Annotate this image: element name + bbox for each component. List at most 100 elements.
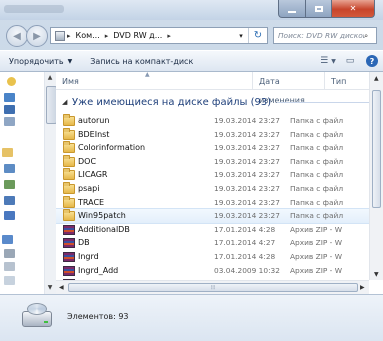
downloads-icon[interactable]: [4, 105, 15, 114]
file-date: 19.03.2014 23:27: [214, 170, 280, 180]
file-type: Папка с файл: [290, 129, 344, 139]
drive-icon[interactable]: [4, 262, 15, 271]
group-header[interactable]: ◢ Уже имеющиеся на диске файлы (93): [56, 95, 376, 109]
breadcrumb-separator-icon[interactable]: ▸: [103, 32, 111, 40]
scroll-up-icon[interactable]: ▲: [374, 75, 379, 82]
file-row[interactable]: Colorinformation 19.03.2014 23:27 Папка с …: [56, 141, 374, 155]
zip-archive-icon: [63, 238, 75, 249]
explorer-window: ✕ ◀ ▶ ▸ Ком... ▸ DVD RW д... ▸ ▾ ↻ Поиск…: [0, 0, 383, 341]
address-bar[interactable]: ▸ Ком... ▸ DVD RW д... ▸ ▾ ↻: [50, 27, 268, 44]
recent-places-icon[interactable]: [4, 117, 15, 126]
file-list-view[interactable]: ▲ Имя Дата изменения Тип ◢ Уже имеющиеся…: [56, 72, 383, 294]
favorites-star-icon[interactable]: [7, 77, 16, 86]
organize-menu-button[interactable]: Упорядочить ▼: [0, 57, 81, 66]
zip-archive-icon: [63, 265, 75, 276]
close-button[interactable]: ✕: [332, 0, 375, 18]
back-button[interactable]: ◀: [6, 25, 28, 47]
file-date: 19.03.2014 23:27: [214, 143, 280, 153]
dvd-drive-icon[interactable]: [4, 276, 15, 285]
column-header-name[interactable]: Имя: [56, 72, 253, 90]
back-arrow-icon: ◀: [13, 30, 21, 42]
file-type: Папка с файл: [290, 156, 344, 166]
file-row[interactable]: autorun 19.03.2014 23:27 Папка с файл: [56, 114, 374, 128]
file-type: Архив ZIP - W: [290, 265, 343, 275]
navigation-pane[interactable]: ▲ ▼: [0, 72, 57, 294]
scroll-right-icon[interactable]: ▶: [360, 284, 365, 291]
collapse-group-icon[interactable]: ◢: [62, 98, 72, 106]
burn-to-disc-button[interactable]: Запись на компакт-диск: [81, 57, 202, 66]
scroll-down-icon[interactable]: ▼: [374, 271, 379, 278]
file-row[interactable]: Ingrd_Add 03.04.2009 10:32 Архив ZIP - W: [56, 264, 374, 278]
file-date: 19.03.2014 23:27: [214, 197, 280, 207]
file-row[interactable]: DOC 19.03.2014 23:27 Папка с файл: [56, 154, 374, 169]
group-divider: [277, 101, 376, 103]
folder-icon: [63, 209, 75, 222]
vertical-scroll-thumb[interactable]: [372, 90, 381, 208]
file-type: Папка с файл: [290, 197, 344, 207]
file-date: 19.03.2014 23:27: [214, 116, 280, 125]
scroll-left-icon[interactable]: ◀: [59, 284, 64, 291]
search-placeholder: Поиск: DVD RW дисковод (E:) C...: [278, 31, 364, 40]
breadcrumb-dvd-drive[interactable]: DVD RW д...: [110, 31, 165, 40]
column-header-date[interactable]: Дата изменения: [253, 72, 325, 105]
file-row[interactable]: Win95patch 19.03.2014 23:27 Папка с файл: [56, 208, 375, 224]
vertical-scrollbar[interactable]: ▲ ▼: [369, 72, 383, 280]
folder-icon: [63, 114, 75, 126]
file-row[interactable]: LICAGR 19.03.2014 23:27 Папка с файл: [56, 168, 374, 182]
file-type: Архив ZIP - W: [290, 251, 343, 261]
documents-library-icon[interactable]: [4, 164, 15, 173]
libraries-icon[interactable]: [2, 148, 13, 157]
organize-label: Упорядочить: [9, 56, 64, 66]
file-row[interactable]: AdditionalDB 17.01.2014 4:28 Архив ZIP - W: [56, 223, 374, 237]
music-library-icon[interactable]: [4, 211, 15, 220]
minimize-button[interactable]: [278, 0, 306, 18]
file-row[interactable]: DB 17.01.2014 4:27 Архив ZIP - W: [56, 236, 374, 250]
breadcrumb-separator-icon[interactable]: ▸: [65, 32, 73, 40]
help-button[interactable]: ?: [361, 53, 383, 69]
view-options-icon[interactable]: ☰ ▼: [317, 53, 339, 69]
horizontal-scroll-thumb[interactable]: ⦙⦙⦙: [68, 283, 358, 292]
scroll-down-icon[interactable]: ▼: [45, 284, 55, 291]
file-row[interactable]: Ingrd 17.01.2014 4:28 Архив ZIP - W: [56, 250, 374, 264]
breadcrumb-separator-icon[interactable]: ▸: [165, 32, 173, 40]
computer-icon[interactable]: [2, 235, 13, 244]
column-header-type[interactable]: Тип: [325, 72, 371, 90]
search-input[interactable]: Поиск: DVD RW дисковод (E:) C... ⌕: [273, 27, 377, 44]
details-pane: Элементов: 93: [0, 294, 383, 341]
file-type: Архив ZIP - W: [290, 224, 343, 234]
maximize-button[interactable]: [306, 0, 332, 18]
navigation-pane-scrollbar[interactable]: ▲ ▼: [44, 72, 57, 294]
address-history-dropdown-icon[interactable]: ▾: [234, 32, 248, 40]
caption-buttons: ✕: [278, 0, 375, 18]
breadcrumb-computer[interactable]: Ком...: [73, 31, 103, 40]
zip-archive-icon: [63, 224, 75, 235]
horizontal-scrollbar[interactable]: ◀ ⦙⦙⦙ ▶: [56, 280, 369, 294]
file-row[interactable]: BDEInst 19.03.2014 23:27 Папка с файл: [56, 127, 374, 142]
desktop-icon[interactable]: [4, 93, 15, 102]
refresh-icon[interactable]: ↻: [248, 28, 267, 43]
file-name: TRACE: [78, 197, 105, 207]
drive-location-icon: [55, 30, 65, 41]
dvd-drive-icon: [22, 303, 52, 333]
file-row[interactable]: TRACE 19.03.2014 23:27 Папка с файл: [56, 195, 374, 210]
forward-button[interactable]: ▶: [26, 25, 48, 47]
search-icon[interactable]: ⌕: [364, 31, 376, 41]
column-headers: ▲ Имя Дата изменения Тип: [56, 72, 383, 105]
item-count: Элементов: 93: [67, 312, 129, 321]
pictures-library-icon[interactable]: [4, 180, 15, 189]
group-title: Уже имеющиеся на диске файлы (93): [72, 96, 272, 108]
file-name: Colorinformation: [78, 143, 146, 153]
videos-library-icon[interactable]: [4, 196, 15, 205]
file-row[interactable]: psapi 19.03.2014 23:27 Папка с файл: [56, 181, 374, 196]
maximize-icon: [314, 5, 323, 12]
command-bar: Упорядочить ▼ Запись на компакт-диск ☰ ▼ ▭…: [0, 50, 383, 72]
file-name: DB: [78, 238, 90, 248]
title-bar[interactable]: ✕: [0, 0, 383, 20]
help-icon: ?: [366, 55, 378, 67]
file-date: 17.01.2014 4:27: [214, 238, 276, 248]
preview-pane-icon[interactable]: ▭: [339, 53, 361, 69]
file-type: Папка с файл: [290, 211, 344, 221]
scroll-up-icon[interactable]: ▲: [45, 74, 55, 81]
local-disk-icon[interactable]: [4, 249, 15, 258]
file-name: Ingrd: [78, 251, 99, 261]
